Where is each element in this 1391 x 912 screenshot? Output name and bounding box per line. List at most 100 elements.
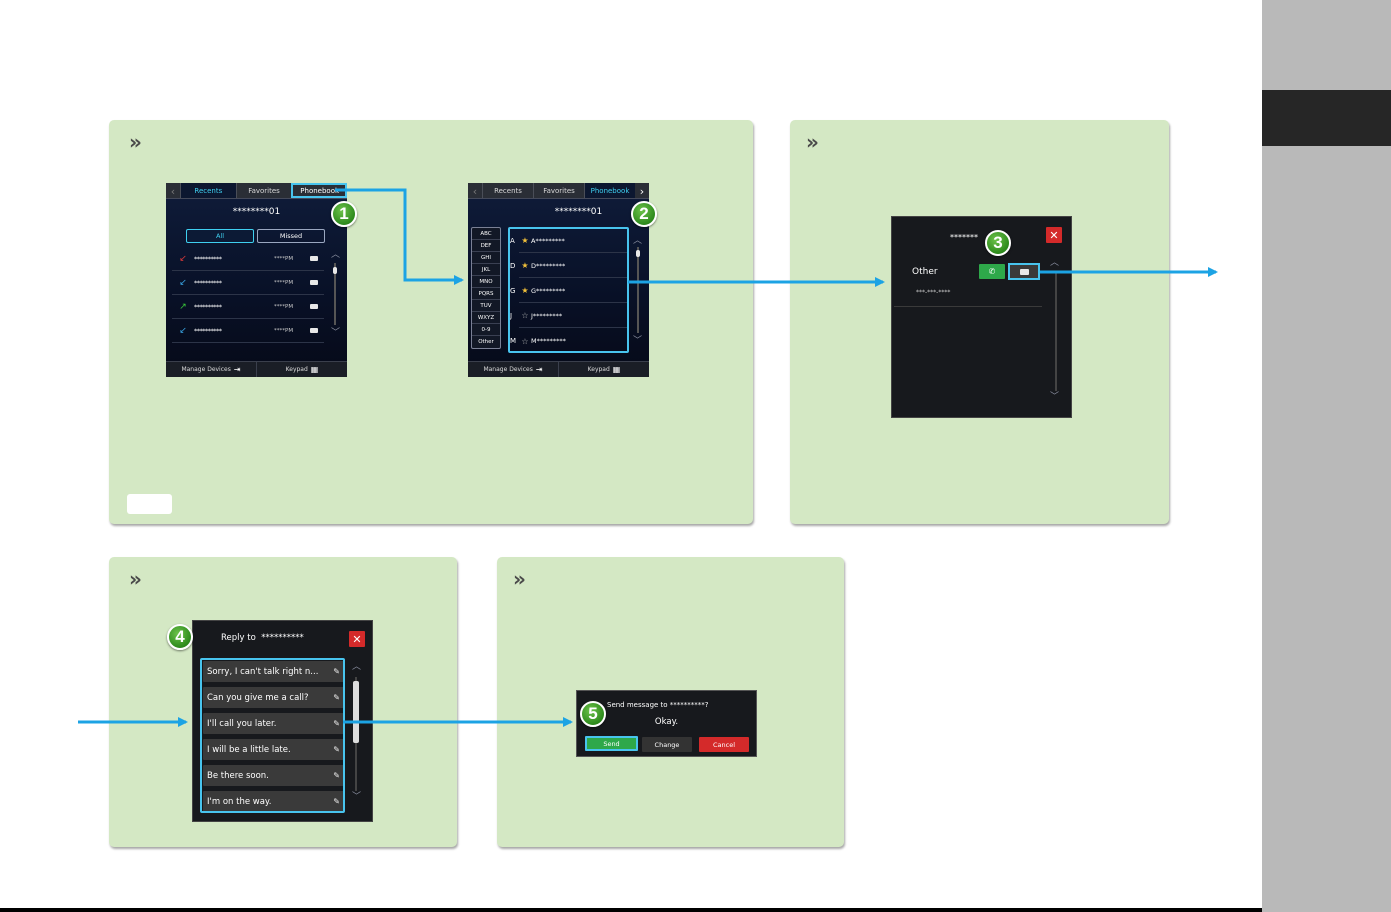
index-item[interactable]: TUV <box>472 300 500 312</box>
tab-phonebook[interactable]: Phonebook <box>584 183 635 198</box>
list-item-name: ********** <box>194 326 222 335</box>
message-icon <box>1019 268 1029 275</box>
reply-title-name: ********** <box>261 633 304 643</box>
tab-favorites[interactable]: Favorites <box>235 183 292 198</box>
send-button[interactable]: Send <box>585 736 638 751</box>
reply-title-label: Reply to <box>221 633 256 643</box>
index-item[interactable]: GHI <box>472 252 500 264</box>
device-name: ********01 <box>554 207 603 217</box>
chevron-up-icon[interactable]: ︿ <box>352 663 361 672</box>
index-item[interactable]: MNO <box>472 276 500 288</box>
list-item-time: ****PM <box>274 279 294 286</box>
index-item[interactable]: PQRS <box>472 288 500 300</box>
index-item[interactable]: 0-9 <box>472 324 500 336</box>
close-icon[interactable]: ✕ <box>1046 227 1062 243</box>
chevron-down-icon[interactable]: ﹀ <box>331 329 340 338</box>
bottom-rule <box>0 908 1262 912</box>
alphabet-index: ABC DEF GHI JKL MNO PQRS TUV WXYZ 0-9 Ot… <box>471 227 501 349</box>
scrollbar-thumb[interactable] <box>353 681 359 743</box>
step-badge-5: 5 <box>580 701 606 727</box>
chevron-left-icon[interactable]: ‹ <box>166 183 180 199</box>
index-item[interactable]: JKL <box>472 264 500 276</box>
side-index-tab-active <box>1262 90 1391 146</box>
chevron-down-icon[interactable]: ﹀ <box>633 337 642 346</box>
message-button[interactable] <box>1008 263 1040 280</box>
manage-devices-button[interactable]: Manage Devices ⇥ <box>468 362 558 377</box>
chevron-up-icon[interactable]: ︿ <box>331 251 340 260</box>
index-item[interactable]: ABC <box>472 228 500 240</box>
chevron-left-icon[interactable]: ‹ <box>468 183 482 199</box>
tab-recents[interactable]: Recents <box>180 183 236 198</box>
filter-row: All Missed <box>186 229 325 243</box>
list-item[interactable]: ↙ ********** ****PM <box>172 319 324 343</box>
chevron-down-icon[interactable]: ﹀ <box>1050 393 1059 402</box>
keypad-label: Keypad <box>587 366 610 373</box>
index-item[interactable]: DEF <box>472 240 500 252</box>
number-label: Other <box>912 267 938 277</box>
list-item-name: ********** <box>194 278 222 287</box>
selection-highlight <box>508 227 629 353</box>
index-item[interactable]: Other <box>472 336 500 348</box>
manage-devices-label: Manage Devices <box>483 366 533 373</box>
phone-icon: ✆ <box>988 267 996 276</box>
phone-number: ***-***-**** <box>916 289 951 296</box>
step-badge-2: 2 <box>631 201 657 227</box>
scrollbar[interactable] <box>1055 273 1057 391</box>
filter-missed-button[interactable]: Missed <box>257 229 325 243</box>
message-icon[interactable] <box>310 256 318 261</box>
manage-devices-button[interactable]: Manage Devices ⇥ <box>166 362 256 377</box>
contact-title: ******* <box>950 233 978 242</box>
call-button[interactable]: ✆ <box>979 264 1005 279</box>
exit-icon: ⇥ <box>535 365 543 374</box>
chevron-icon: » <box>513 567 526 591</box>
scrollbar-thumb[interactable] <box>333 267 337 274</box>
tab-phonebook[interactable]: Phonebook <box>291 183 347 198</box>
chevron-icon: » <box>806 130 819 154</box>
bottom-bar: Manage Devices ⇥ Keypad ▦ <box>166 361 347 377</box>
tab-bar: ‹ Recents Favorites Phonebook <box>166 183 347 199</box>
contact-detail-screen: ******* ✕ Other ✆ ***-***-**** ︿ ﹀ <box>891 216 1072 418</box>
close-icon[interactable]: ✕ <box>349 631 365 647</box>
incoming-call-icon: ↙ <box>179 325 187 336</box>
message-icon[interactable] <box>310 280 318 285</box>
change-button[interactable]: Change <box>642 737 692 752</box>
list-item-time: ****PM <box>274 255 294 262</box>
chevron-up-icon[interactable]: ︿ <box>633 237 642 246</box>
chevron-up-icon[interactable]: ︿ <box>1050 259 1059 268</box>
reply-title: Reply to ********** <box>221 633 304 643</box>
chevron-icon: » <box>129 567 142 591</box>
list-item[interactable]: ↗ ********** ****PM <box>172 295 324 319</box>
divider <box>894 306 1042 307</box>
send-prompt: Send message to **********? <box>607 701 709 709</box>
step-badge-1: 1 <box>331 201 357 227</box>
list-item-name: ********** <box>194 254 222 263</box>
filter-all-button[interactable]: All <box>186 229 254 243</box>
chevron-down-icon[interactable]: ﹀ <box>352 793 361 802</box>
send-confirm-screen: Send message to **********? Okay. Send C… <box>576 690 757 757</box>
keypad-button[interactable]: Keypad ▦ <box>558 362 649 377</box>
step-badge-4: 4 <box>167 624 193 650</box>
tab-recents[interactable]: Recents <box>482 183 533 198</box>
keypad-button[interactable]: Keypad ▦ <box>256 362 347 377</box>
message-icon[interactable] <box>310 328 318 333</box>
index-item[interactable]: WXYZ <box>472 312 500 324</box>
list-item-name: ********** <box>194 302 222 311</box>
list-item[interactable]: ↙ ********** ****PM <box>172 247 324 271</box>
reply-screen: Reply to ********** ✕ Sorry, I can't tal… <box>192 620 373 822</box>
message-icon[interactable] <box>310 304 318 309</box>
device-name: ********01 <box>232 207 281 217</box>
missed-call-icon: ↙ <box>179 253 187 264</box>
bottom-bar: Manage Devices ⇥ Keypad ▦ <box>468 361 649 377</box>
selection-highlight <box>200 658 345 813</box>
list-item[interactable]: ↙ ********** ****PM <box>172 271 324 295</box>
cancel-button[interactable]: Cancel <box>699 737 749 752</box>
scrollbar[interactable] <box>637 247 639 333</box>
exit-icon: ⇥ <box>233 365 241 374</box>
recents-screen: ‹ Recents Favorites Phonebook ********01… <box>166 183 347 377</box>
tab-bar: ‹ Recents Favorites Phonebook › <box>468 183 649 199</box>
keypad-label: Keypad <box>285 366 308 373</box>
tab-favorites[interactable]: Favorites <box>533 183 584 198</box>
chevron-right-icon[interactable]: › <box>635 183 649 199</box>
scrollbar-thumb[interactable] <box>636 250 640 257</box>
keypad-icon: ▦ <box>612 365 621 374</box>
